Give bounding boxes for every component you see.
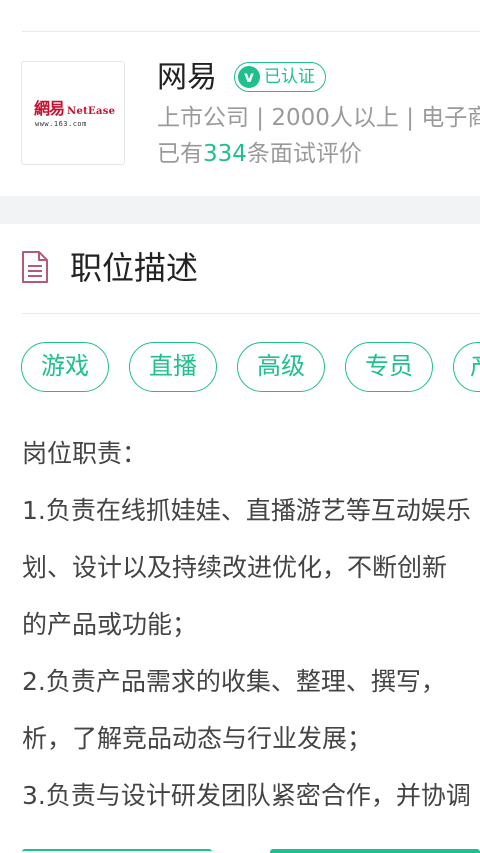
verified-badge: v 已认证	[234, 62, 326, 92]
company-card[interactable]: 網易 NetEase www.163.com 网易 v 已认证 上市公司 | 20…	[0, 32, 480, 196]
description-line: 2.负责产品需求的收集、整理、撰写，	[22, 667, 446, 696]
verified-v-icon: v	[238, 66, 260, 88]
description-line: 划、设计以及持续改进优化，不断创新	[22, 553, 448, 582]
review-count: 334	[203, 141, 247, 167]
tag-senior[interactable]: 高级	[237, 342, 325, 392]
section-gap	[0, 196, 480, 224]
tag-game[interactable]: 游戏	[21, 342, 109, 392]
description-line: 1.负责在线抓娃娃、直播游艺等互动娱乐	[22, 496, 471, 525]
tag-live[interactable]: 直播	[129, 342, 217, 392]
description-line: 岗位职责：	[22, 439, 148, 468]
interview-review-line[interactable]: 已有334条面试评价	[157, 138, 362, 170]
description-line: 的产品或功能；	[22, 610, 198, 639]
section-divider	[22, 313, 480, 314]
job-tags: 游戏 直播 高级 专员 产品	[0, 342, 480, 396]
section-title: 职位描述	[70, 249, 199, 287]
bottom-secondary-button[interactable]	[22, 849, 212, 853]
description-line: 析，了解竞品动态与行业发展；	[22, 724, 373, 753]
logo-english-text: NetEase	[67, 106, 116, 117]
bottom-primary-button[interactable]	[270, 849, 480, 853]
review-suffix: 条面试评价	[246, 141, 362, 167]
job-detail-page: 網易 NetEase www.163.com 网易 v 已认证 上市公司 | 20…	[0, 0, 480, 853]
company-logo: 網易 NetEase www.163.com	[21, 61, 125, 165]
tag-specialist[interactable]: 专员	[345, 342, 433, 392]
review-prefix: 已有	[157, 141, 203, 167]
company-name: 网易	[157, 60, 217, 95]
verified-label: 已认证	[264, 66, 315, 87]
job-description-header: 职位描述	[0, 224, 480, 314]
description-line: 3.负责与设计研发团队紧密合作，并协调	[22, 781, 471, 810]
tag-product[interactable]: 产品	[453, 342, 480, 392]
document-icon	[22, 251, 48, 283]
logo-chinese-text: 網易	[34, 99, 65, 118]
logo-url-text: www.163.com	[35, 120, 87, 128]
company-meta: 上市公司 | 2000人以上 | 电子商务	[157, 105, 480, 131]
